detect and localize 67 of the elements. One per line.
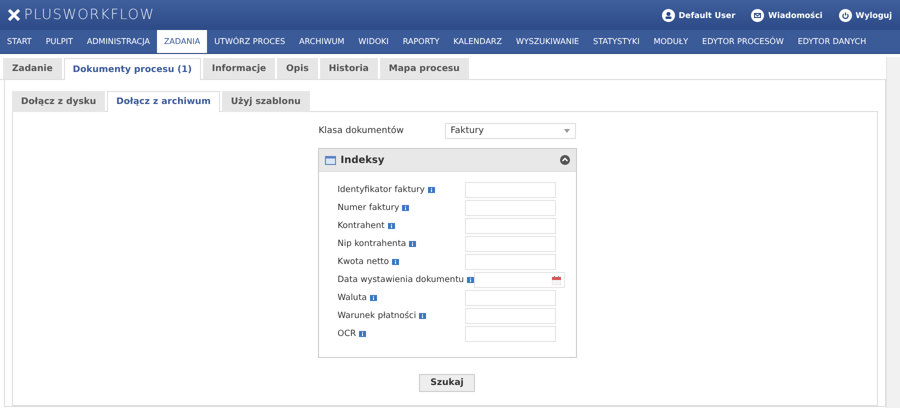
info-icon[interactable] [409,241,416,247]
nav-tab[interactable]: STATYSTYKI [586,30,647,53]
nav-tab[interactable]: EDYTOR DANYCH [790,30,874,53]
header-link[interactable]: Default User [662,8,736,22]
header-link[interactable]: Wyloguj [838,8,892,22]
nav-tab[interactable]: EDYTOR PROCESÓW [695,30,791,53]
input-field[interactable] [464,290,556,306]
input-field[interactable] [464,236,556,252]
field-label: Kwota netto [338,257,389,267]
power-icon [838,8,852,22]
nav-tab[interactable]: ZADANIA [156,30,208,53]
field-label: Waluta [338,293,367,303]
window-icon [324,156,336,164]
logo-text: PLUSWORKFLOW [24,7,155,23]
tab[interactable]: Mapa procesu [380,58,469,79]
field-label: Kontrahent [338,221,385,231]
tab[interactable]: Użyj szablonu [222,91,310,112]
nav-tab[interactable]: START [0,30,39,53]
nav-tab[interactable]: RAPORTY [396,30,446,53]
info-icon[interactable] [466,277,474,283]
tab[interactable]: Dokumenty procesu (1) [64,58,201,80]
tab[interactable]: Zadanie [3,58,62,79]
header-link[interactable]: Wiadomości [751,8,823,22]
nav-tab[interactable]: KALENDARZ [446,30,509,53]
tab[interactable]: Opis [277,58,318,79]
search-button[interactable]: Szukaj [419,374,475,392]
input-field[interactable] [464,308,556,324]
info-icon[interactable] [388,223,395,229]
info-icon[interactable] [419,313,426,319]
input-field[interactable] [464,254,556,270]
nav-tab[interactable]: ADMINISTRACJA [80,30,157,53]
nav-tab[interactable]: ARCHIWUM [292,30,352,53]
input-field[interactable] [464,218,556,234]
field-label: Warunek płatności [338,311,416,321]
info-icon[interactable] [428,187,435,193]
field-label: Klasa dokumentów [318,126,405,136]
field-label: Nip kontrahenta [338,239,406,249]
tab[interactable]: Informacje [202,58,276,79]
logo-icon [8,9,20,21]
nav-tab[interactable]: MODUŁY [646,30,696,53]
info-icon[interactable] [370,295,377,301]
info-icon[interactable] [392,259,399,265]
input-field[interactable] [464,326,556,342]
field-label: OCR [338,329,356,339]
input-field[interactable] [464,200,556,216]
nav-tab[interactable]: WIDOKI [351,30,396,53]
field-label: Identyfikator faktury [338,185,425,195]
nav-tab[interactable]: UTWÓRZ PROCES [207,30,292,53]
calendar-icon[interactable] [552,276,561,284]
field-label: Numer faktury [338,203,400,213]
nav-tab[interactable]: WYSZUKIWANIE [508,30,586,53]
panel-title: Indeksy [340,154,386,166]
input-field[interactable] [474,272,565,288]
info-icon[interactable] [359,331,366,337]
input-field[interactable] [464,182,556,198]
tab[interactable]: Dołącz z archiwum [107,91,220,112]
tab[interactable]: Historia [320,58,378,79]
tab[interactable]: Dołącz z dysku [12,91,106,112]
document-class-dropdown[interactable]: Faktury [444,123,576,139]
nav-tab[interactable]: PULPIT [38,30,80,53]
info-icon[interactable] [402,205,410,211]
envelope-icon [751,8,764,22]
caret-icon [564,129,570,133]
user-icon [662,8,675,22]
collapse-icon[interactable] [560,155,570,165]
scrollbar[interactable] [886,57,900,408]
field-label: Data wystawienia dokumentu [338,275,464,285]
